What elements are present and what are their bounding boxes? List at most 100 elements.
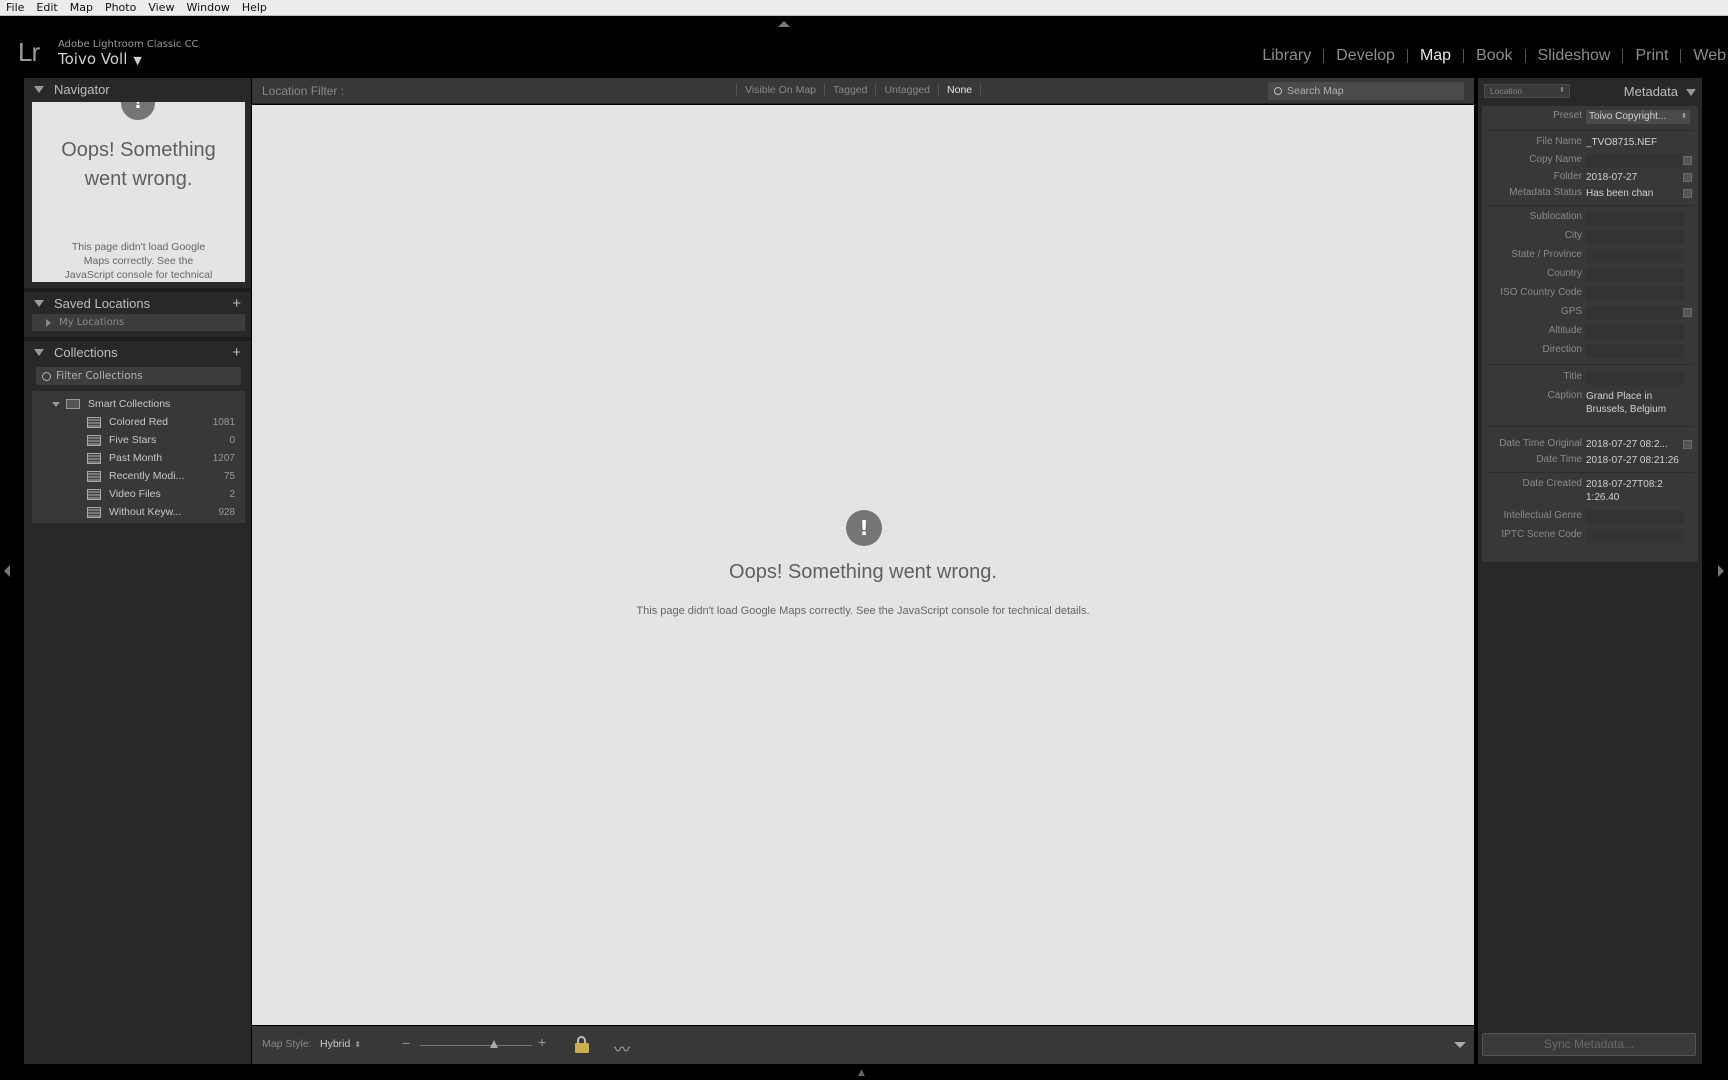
expand-triangle-icon[interactable] (46, 318, 51, 327)
filter-tagged[interactable]: Tagged (824, 84, 875, 96)
smart-collection-icon (87, 434, 101, 446)
module-slideshow[interactable]: Slideshow (1526, 47, 1623, 65)
city-field[interactable] (1586, 230, 1684, 244)
filter-none[interactable]: None (938, 84, 982, 96)
menu-photo[interactable]: Photo (99, 0, 142, 16)
action-icon[interactable] (1683, 156, 1692, 165)
intellectual-genre-field[interactable] (1586, 510, 1684, 524)
date-created-field[interactable]: 2018-07-27T08:21:26.40 (1586, 478, 1666, 504)
smart-collections-group[interactable]: Smart Collections (32, 395, 245, 413)
sublocation-field[interactable] (1586, 211, 1684, 225)
zoom-in-icon[interactable]: + (538, 1034, 546, 1050)
edit-capture-time-icon[interactable] (1683, 440, 1692, 449)
module-web[interactable]: Web (1681, 47, 1728, 65)
module-library[interactable]: Library (1250, 47, 1323, 65)
navigator-error-title: Oops! Something went wrong. (61, 139, 216, 190)
menu-map[interactable]: Map (64, 0, 99, 16)
navigator-preview[interactable]: ! Oops! Something went wrong. This page … (32, 102, 245, 282)
updown-icon: ⬍ (1681, 113, 1687, 120)
title-field[interactable] (1586, 371, 1684, 385)
collection-item-five-stars[interactable]: Five Stars 0 (32, 431, 245, 449)
tracklog-icon[interactable]: 〰 (614, 1036, 630, 1060)
collection-count: 75 (223, 470, 235, 482)
metadata-status-icon[interactable] (1683, 189, 1692, 198)
collection-item-recently-modified[interactable]: Recently Modi... 75 (32, 467, 245, 485)
filter-visible-on-map[interactable]: Visible On Map (736, 84, 824, 96)
preset-select[interactable]: Toivo Copyright... ⬍ (1586, 110, 1690, 124)
saved-locations-header[interactable]: Saved Locations + (24, 292, 251, 314)
copy-name-field[interactable] (1586, 154, 1684, 168)
add-location-icon[interactable]: + (232, 295, 241, 312)
collapse-triangle-icon[interactable] (1686, 89, 1696, 96)
toolbar-menu-icon[interactable] (1454, 1042, 1466, 1048)
smart-collections-label: Smart Collections (88, 398, 171, 410)
collection-item-video-files[interactable]: Video Files 2 (32, 485, 245, 503)
menu-view[interactable]: View (142, 0, 180, 16)
identity-plate: Lr Adobe Lightroom Classic CC Toivo Voll… (0, 17, 1728, 75)
metadata-set-select[interactable]: Location ⬍ (1484, 84, 1570, 98)
iptc-scene-code-field[interactable] (1586, 529, 1684, 543)
module-book[interactable]: Book (1464, 47, 1524, 65)
collapse-right-panel-icon[interactable] (1718, 565, 1724, 577)
gps-action-icon[interactable] (1683, 308, 1692, 317)
smart-collection-icon (87, 488, 101, 500)
menu-file[interactable]: File (0, 0, 30, 16)
map-view[interactable]: ! Oops! Something went wrong. This page … (252, 105, 1474, 1025)
my-locations-folder[interactable]: My Locations (32, 314, 245, 331)
caption-field[interactable]: Grand Place in Brussels, Belgium (1586, 390, 1684, 416)
updown-icon: ⬍ (1559, 87, 1565, 94)
filmstrip-toggle-icon[interactable]: ▲ (858, 1068, 865, 1078)
lock-markers-icon[interactable] (574, 1036, 590, 1053)
zoom-slider[interactable] (420, 1045, 532, 1046)
metadata-set-value: Location (1490, 86, 1523, 96)
menu-edit[interactable]: Edit (30, 0, 63, 16)
collection-name: Five Stars (109, 434, 157, 446)
menu-window[interactable]: Window (180, 0, 235, 16)
right-panel: Location ⬍ Metadata Preset Toivo Copyrigh… (1478, 78, 1702, 1064)
app-name: Adobe Lightroom Classic CC (58, 39, 199, 50)
module-print[interactable]: Print (1623, 47, 1680, 65)
collapse-top-panel-icon[interactable] (778, 21, 790, 27)
module-develop[interactable]: Develop (1324, 47, 1407, 65)
state-field[interactable] (1586, 249, 1684, 263)
module-map[interactable]: Map (1408, 47, 1463, 65)
collapse-left-panel-icon[interactable] (4, 565, 10, 577)
user-name[interactable]: Toivo Voll ▼ (58, 50, 142, 68)
filter-untagged[interactable]: Untagged (875, 84, 938, 96)
collection-item-colored-red[interactable]: Colored Red 1081 (32, 413, 245, 431)
map-error-title: Oops! Something went wrong. (729, 561, 997, 583)
altitude-field[interactable] (1586, 325, 1684, 339)
collection-name: Video Files (109, 488, 161, 500)
gps-field[interactable] (1586, 306, 1684, 320)
expand-triangle-icon[interactable] (52, 401, 60, 407)
add-collection-icon[interactable]: + (232, 344, 241, 361)
section-divider (1486, 472, 1694, 473)
iso-country-code-field[interactable] (1586, 287, 1684, 301)
preset-value: Toivo Copyright... (1589, 111, 1667, 122)
zoom-slider-thumb[interactable] (489, 1040, 498, 1048)
file-name-field[interactable]: _TVO8715.NEF (1586, 136, 1684, 149)
metadata-header[interactable]: Location ⬍ Metadata (1478, 78, 1702, 106)
section-divider (1486, 426, 1694, 427)
field-label: Country (1546, 268, 1582, 279)
sync-metadata-button[interactable]: Sync Metadata... (1482, 1033, 1696, 1056)
navigator-header[interactable]: Navigator (24, 78, 251, 100)
map-style-select[interactable]: Hybrid ⬍ (320, 1038, 361, 1050)
field-label: File Name (1536, 136, 1582, 147)
collection-item-without-keywords[interactable]: Without Keyw... 928 (32, 503, 245, 521)
collection-count: 2 (229, 488, 235, 500)
country-field[interactable] (1586, 268, 1684, 282)
collection-count: 1081 (212, 416, 235, 428)
search-map-placeholder: Search Map (1287, 85, 1344, 97)
menu-help[interactable]: Help (236, 0, 273, 16)
filter-collections-input[interactable]: Filter Collections (36, 367, 241, 385)
collection-name: Recently Modi... (109, 470, 185, 482)
search-map-input[interactable]: Search Map (1268, 82, 1464, 100)
direction-field[interactable] (1586, 344, 1684, 358)
zoom-out-icon[interactable]: − (402, 1035, 410, 1051)
collections-header[interactable]: Collections + (24, 341, 251, 363)
collection-item-past-month[interactable]: Past Month 1207 (32, 449, 245, 467)
metadata-fields: Preset Toivo Copyright... ⬍ File Name _TV… (1482, 106, 1698, 562)
field-label: ISO Country Code (1500, 287, 1582, 298)
go-to-folder-icon[interactable] (1683, 173, 1692, 182)
